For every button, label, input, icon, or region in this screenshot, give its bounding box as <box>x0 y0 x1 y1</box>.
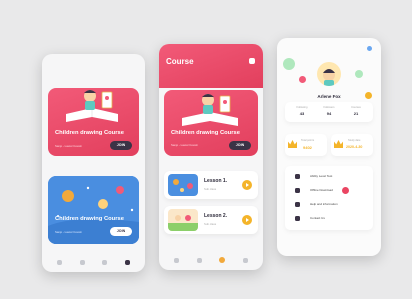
tab-bar <box>42 252 145 272</box>
decor-dot <box>355 70 363 78</box>
date-label: Study date <box>348 139 361 142</box>
menu-item-contact[interactable]: Contact Us <box>295 214 365 224</box>
course-screen: Course Children drawing Course Sanjo - L… <box>159 44 263 270</box>
decor-dot <box>299 76 306 83</box>
help-icon <box>295 202 300 207</box>
crown-icon <box>334 140 343 148</box>
avatar <box>317 62 341 86</box>
lesson-thumbnail <box>168 174 198 196</box>
header-background <box>159 44 263 88</box>
notification-badge <box>342 187 349 194</box>
stat-following: Following 43 <box>296 106 308 116</box>
home-icon[interactable] <box>56 259 62 265</box>
course-card-2[interactable]: Children drawing Course Sanjo - Laurel C… <box>48 176 139 244</box>
profile-screen: Arlene Fox Following 43 Followers 94 Cou… <box>277 38 381 256</box>
course-card-1[interactable]: Children drawing Course Sanjo - Laurel C… <box>48 88 139 156</box>
course-illustration <box>182 94 238 126</box>
document-icon <box>295 174 300 179</box>
course-subtitle: Sanjo - Laurel Cousin <box>171 143 198 147</box>
course-title: Children drawing Course <box>55 216 124 222</box>
stat-courses: Courses 21 <box>351 106 361 116</box>
stat-followers: Followers 94 <box>323 106 335 116</box>
course-illustration <box>66 90 118 122</box>
profile-icon[interactable] <box>243 257 249 263</box>
lesson-title: Lesson 1. <box>204 178 228 184</box>
menu-icon[interactable] <box>249 58 255 64</box>
download-icon <box>295 188 300 193</box>
course-card[interactable]: Children drawing Course Sanjo - Laurel C… <box>164 90 258 156</box>
settings-menu: Ability Level Test Offline Download Help… <box>285 166 373 230</box>
tab-bar <box>159 250 263 270</box>
join-button[interactable]: JOIN <box>110 227 132 236</box>
decor-dot <box>367 46 372 51</box>
date-value: 2020-4-30 <box>346 145 363 149</box>
course-icon[interactable] <box>102 259 108 265</box>
points-label: Total points <box>301 139 315 142</box>
decor-dot <box>283 58 295 70</box>
search-icon[interactable] <box>79 259 85 265</box>
play-icon[interactable] <box>242 215 252 225</box>
lesson-subtitle: Sub class <box>204 222 217 226</box>
join-button[interactable]: JOIN <box>110 141 132 150</box>
course-icon[interactable] <box>219 257 226 263</box>
lesson-thumbnail <box>168 209 198 231</box>
play-icon[interactable] <box>242 180 252 190</box>
course-title: Children drawing Course <box>55 130 124 136</box>
home-screen: Children drawing Course Sanjo - Laurel C… <box>42 54 145 272</box>
lesson-subtitle: Sub class <box>204 187 217 191</box>
crown-icon <box>288 140 297 148</box>
chat-icon <box>295 216 300 221</box>
lesson-title: Lesson 2. <box>204 213 228 219</box>
user-name: Arlene Fox <box>317 94 341 99</box>
menu-item-offline-download[interactable]: Offline Download <box>295 186 365 196</box>
course-subtitle: Sanjo - Laurel Cousin <box>55 230 82 234</box>
points-value: 9402 <box>303 145 312 150</box>
course-title: Children drawing Course <box>171 130 240 136</box>
stats-card: Following 43 Followers 94 Courses 21 <box>285 102 373 122</box>
lesson-item-1[interactable]: Lesson 1. Sub class <box>164 171 258 199</box>
join-button[interactable]: JOIN <box>229 141 251 150</box>
search-icon[interactable] <box>196 257 202 263</box>
date-card: Study date 2020-4-30 <box>331 134 373 156</box>
menu-item-ability-test[interactable]: Ability Level Test <box>295 172 365 182</box>
home-icon[interactable] <box>173 257 179 263</box>
lesson-item-2[interactable]: Lesson 2. Sub class <box>164 206 258 234</box>
menu-item-help[interactable]: Help and information <box>295 200 365 210</box>
page-title: Course <box>166 57 194 66</box>
course-subtitle: Sanjo - Laurel Cousin <box>55 144 82 148</box>
profile-icon[interactable] <box>125 259 131 265</box>
points-card: Total points 9402 <box>285 134 327 156</box>
